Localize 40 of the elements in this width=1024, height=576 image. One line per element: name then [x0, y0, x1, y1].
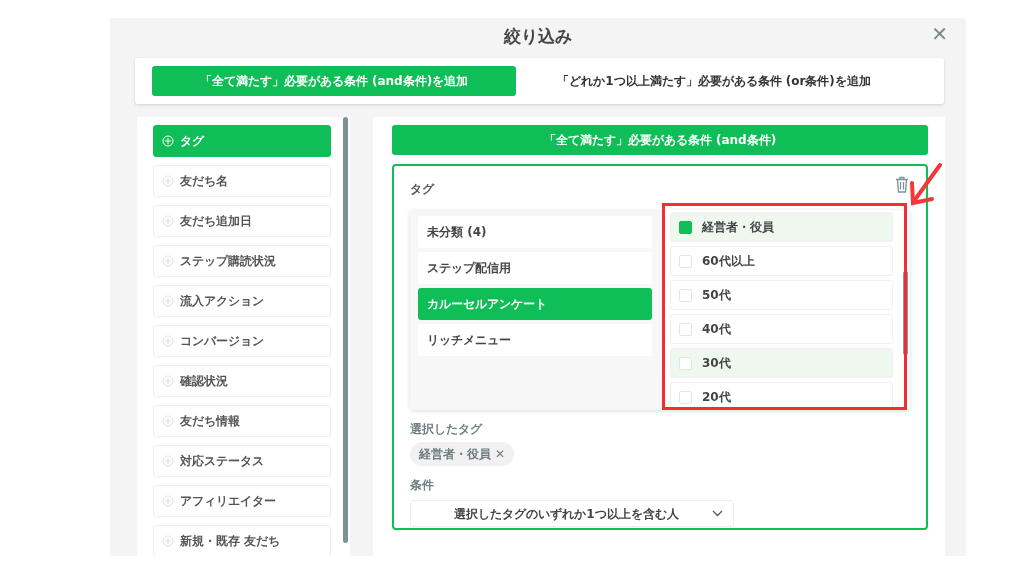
dialog-title: 絞り込み: [504, 25, 572, 49]
condition-title: タグ: [410, 181, 434, 198]
checkbox[interactable]: [679, 220, 692, 234]
sidebar-item[interactable]: 流入アクション: [153, 285, 331, 317]
sidebar-item[interactable]: アフィリエイター: [153, 485, 331, 517]
tag-label: 20代: [702, 389, 731, 406]
sidebar-item[interactable]: 確認状況: [153, 365, 331, 397]
trash-icon[interactable]: [895, 176, 909, 193]
tag-label: 30代: [702, 355, 731, 372]
folder-item[interactable]: リッチメニュー: [418, 324, 652, 356]
tag-option[interactable]: 50代: [670, 280, 893, 310]
sidebar-item[interactable]: 友だち情報: [153, 405, 331, 437]
chevron-down-icon: [712, 510, 723, 517]
scrollbar[interactable]: [343, 117, 348, 543]
tag-option[interactable]: 20代: [670, 382, 893, 410]
select-value: 選択したタグのいずれか1つ以上を含む人: [453, 505, 680, 523]
tag-option[interactable]: 30代: [670, 348, 893, 378]
folder-item[interactable]: ステップ配信用: [418, 252, 652, 284]
sidebar-item[interactable]: 新規・既存 友だち: [153, 525, 331, 556]
tag-label: 40代: [702, 321, 731, 338]
group-header: 「全て満たす」必要がある条件 (and条件): [392, 125, 928, 155]
field-label: 選択したタグ: [410, 421, 484, 438]
tag-label: 経営者・役員: [702, 219, 774, 236]
field-label: 条件: [410, 477, 435, 494]
tag-label: 60代以上: [702, 253, 755, 270]
remove-button[interactable]: ✕: [495, 448, 506, 460]
sidebar-item[interactable]: 対応ステータス: [153, 445, 331, 477]
folder-item[interactable]: 未分類 (4): [418, 216, 652, 248]
tag-option[interactable]: 40代: [670, 314, 893, 344]
sidebar-item[interactable]: ステップ購読状況: [153, 245, 331, 277]
sidebar-item[interactable]: 友だち追加日: [153, 205, 331, 237]
match-select[interactable]: 選択したタグのいずれか1つ以上を含む人: [410, 500, 734, 527]
tag-label: 50代: [702, 287, 731, 304]
chip-label: 経営者・役員: [419, 446, 491, 463]
plus-icon: [162, 135, 174, 147]
annotation-arrow: [908, 163, 942, 207]
tag-option[interactable]: 経営者・役員: [670, 212, 893, 242]
sidebar-item[interactable]: コンバージョン: [153, 325, 331, 357]
tag-option[interactable]: 60代以上: [670, 246, 893, 276]
sidebar-item[interactable]: 友だち名: [153, 165, 331, 197]
